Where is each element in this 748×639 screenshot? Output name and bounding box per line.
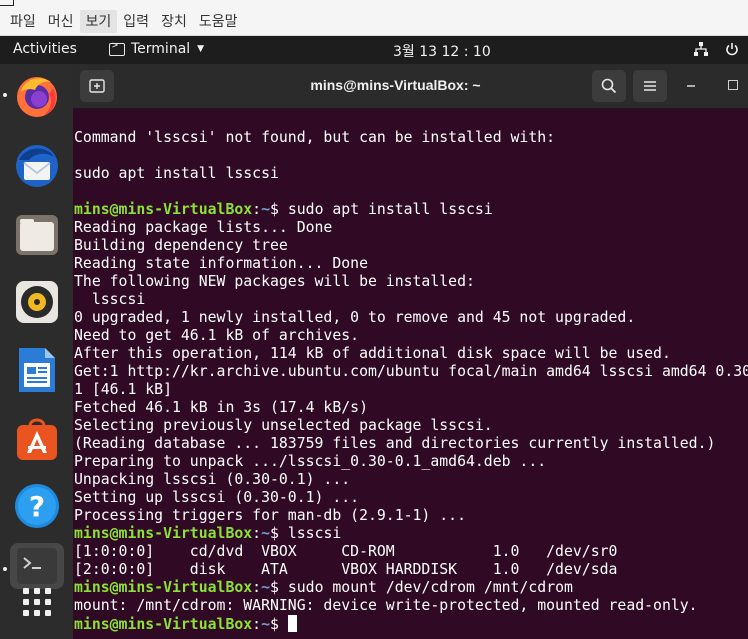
activities-button[interactable]: Activities: [13, 41, 77, 57]
dock-item-show-applications[interactable]: [10, 575, 64, 629]
terminal-headerbar: mins@mins-VirtualBox: ~: [73, 64, 748, 109]
vbox-menu-item[interactable]: 보기: [79, 10, 118, 33]
prompt-user: mins@mins-VirtualBox: [74, 579, 253, 596]
terminal-prompt-line: mins@mins-VirtualBox:~$ lsscsi: [74, 525, 748, 543]
maximize-icon[interactable]: [728, 80, 738, 90]
virtualbox-menubar: 파일 머신 보기 입력 장치 도움말: [0, 0, 748, 36]
terminal-output: Command 'lsscsi' not found, but can be i…: [74, 129, 748, 633]
rhythmbox-icon: [16, 281, 58, 323]
terminal-output-line: Building dependency tree: [74, 237, 288, 254]
prompt-symbol: $: [270, 201, 288, 218]
terminal-prompt-line: mins@mins-VirtualBox:~$ sudo apt install…: [74, 201, 748, 219]
prompt-separator: :: [252, 201, 262, 218]
terminal-output-line: [1:0:0:0] cd/dvd VBOX CD-ROM 1.0 /dev/sr…: [74, 543, 618, 560]
vbox-menu-item[interactable]: 파일: [4, 10, 42, 33]
hamburger-menu-button[interactable]: [633, 70, 667, 102]
dock-item-files[interactable]: [10, 207, 64, 261]
libreoffice-writer-icon: [19, 348, 55, 392]
search-icon: [601, 78, 617, 94]
terminal-app-icon: [109, 40, 125, 56]
virtualbox-menu: 파일 머신 보기 입력 장치 도움말: [4, 10, 243, 33]
vbox-menu-item[interactable]: 장치: [155, 10, 193, 33]
terminal-output-line: [2:0:0:0] disk ATA VBOX HARDDISK 1.0 /de…: [74, 561, 618, 578]
terminal-output-line: The following NEW packages will be insta…: [74, 273, 475, 290]
prompt-path: ~: [261, 616, 271, 633]
firefox-icon: [17, 77, 57, 117]
terminal-command: lsscsi: [287, 525, 342, 542]
network-icon[interactable]: [694, 42, 708, 56]
help-icon: ?: [15, 484, 59, 528]
dock: ?: [0, 64, 73, 639]
vbox-menu-item[interactable]: 머신: [42, 10, 80, 33]
terminal-output-line: Get:1 http://kr.archive.ubuntu.com/ubunt…: [74, 363, 748, 380]
prompt-separator: :: [252, 579, 262, 596]
terminal-output-line: Fetched 46.1 kB in 3s (17.4 kB/s): [74, 399, 368, 416]
prompt-user: mins@mins-VirtualBox: [74, 616, 253, 633]
terminal-output-line: 0 upgraded, 1 newly installed, 0 to remo…: [74, 309, 636, 326]
dock-item-firefox[interactable]: [3, 69, 64, 123]
terminal-output-line: mount: /mnt/cdrom: WARNING: device write…: [74, 597, 698, 614]
vbox-menu-item[interactable]: 도움말: [193, 10, 244, 33]
terminal-output-line: Setting up lsscsi (0.30-0.1) ...: [74, 489, 360, 506]
prompt-separator: :: [252, 616, 262, 633]
terminal-output-line: Unpacking lsscsi (0.30-0.1) ...: [74, 471, 351, 488]
terminal-output-line: Need to get 46.1 kB of archives.: [74, 327, 360, 344]
terminal-output-line: After this operation, 114 kB of addition…: [74, 345, 671, 362]
prompt-path: ~: [261, 525, 271, 542]
terminal-output-line: (Reading database ... 183759 files and d…: [74, 435, 716, 452]
terminal-output-line: Reading package lists... Done: [74, 219, 333, 236]
power-icon[interactable]: [725, 42, 739, 56]
prompt-user: mins@mins-VirtualBox: [74, 201, 253, 218]
ubuntu-software-icon: [17, 418, 57, 460]
terminal-cursor: [287, 615, 297, 632]
terminal-command: sudo mount /dev/cdrom /mnt/cdrom: [287, 579, 573, 596]
terminal-output-line: 1 [46.1 kB]: [74, 381, 172, 398]
terminal-view[interactable]: Command 'lsscsi' not found, but can be i…: [73, 109, 748, 639]
app-menu[interactable]: Terminal ▼: [109, 40, 205, 57]
window-corner-glyph: [0, 0, 14, 6]
vbox-menu-item[interactable]: 입력: [117, 10, 155, 33]
thunderbird-icon: [16, 145, 58, 187]
prompt-separator: :: [252, 525, 262, 542]
terminal-output-line: Preparing to unpack .../lsscsi_0.30-0.1_…: [74, 453, 547, 470]
terminal-output-line: sudo apt install lsscsi: [74, 165, 279, 182]
terminal-output-line: Reading state information... Done: [74, 255, 368, 272]
dock-item-thunderbird[interactable]: [10, 139, 64, 193]
dock-item-help[interactable]: ?: [10, 479, 64, 533]
prompt-path: ~: [261, 579, 271, 596]
terminal-command: sudo apt install lsscsi: [287, 201, 493, 218]
minimize-icon[interactable]: [684, 78, 698, 92]
gnome-top-bar: Activities Terminal ▼ 3월 13 12 : 10: [0, 36, 748, 64]
prompt-symbol: $: [270, 525, 288, 542]
dock-item-writer[interactable]: [10, 343, 64, 397]
show-applications-icon: [23, 588, 51, 616]
terminal-prompt-line: mins@mins-VirtualBox:~$ sudo mount /dev/…: [74, 579, 748, 597]
hamburger-icon: [644, 81, 656, 91]
terminal-output-line: Processing triggers for man-db (2.9.1-1)…: [74, 507, 466, 524]
terminal-output-line: lsscsi: [74, 291, 146, 308]
prompt-symbol: $: [270, 579, 288, 596]
terminal-prompt-line: mins@mins-VirtualBox:~$: [74, 615, 748, 633]
terminal-output-line: Command 'lsscsi' not found, but can be i…: [74, 129, 556, 146]
chevron-down-icon: ▼: [197, 44, 205, 54]
app-menu-label: Terminal: [131, 41, 191, 57]
prompt-symbol: $: [270, 616, 288, 633]
prompt-path: ~: [261, 201, 271, 218]
search-button[interactable]: [592, 70, 626, 102]
files-icon: [16, 215, 58, 255]
dock-item-rhythmbox[interactable]: [10, 275, 64, 329]
clock[interactable]: 3월 13 12 : 10: [393, 41, 491, 61]
dock-item-software[interactable]: [10, 411, 64, 465]
svg-text:?: ?: [29, 490, 45, 523]
prompt-user: mins@mins-VirtualBox: [74, 525, 253, 542]
terminal-output-line: Selecting previously unselected package …: [74, 417, 493, 434]
